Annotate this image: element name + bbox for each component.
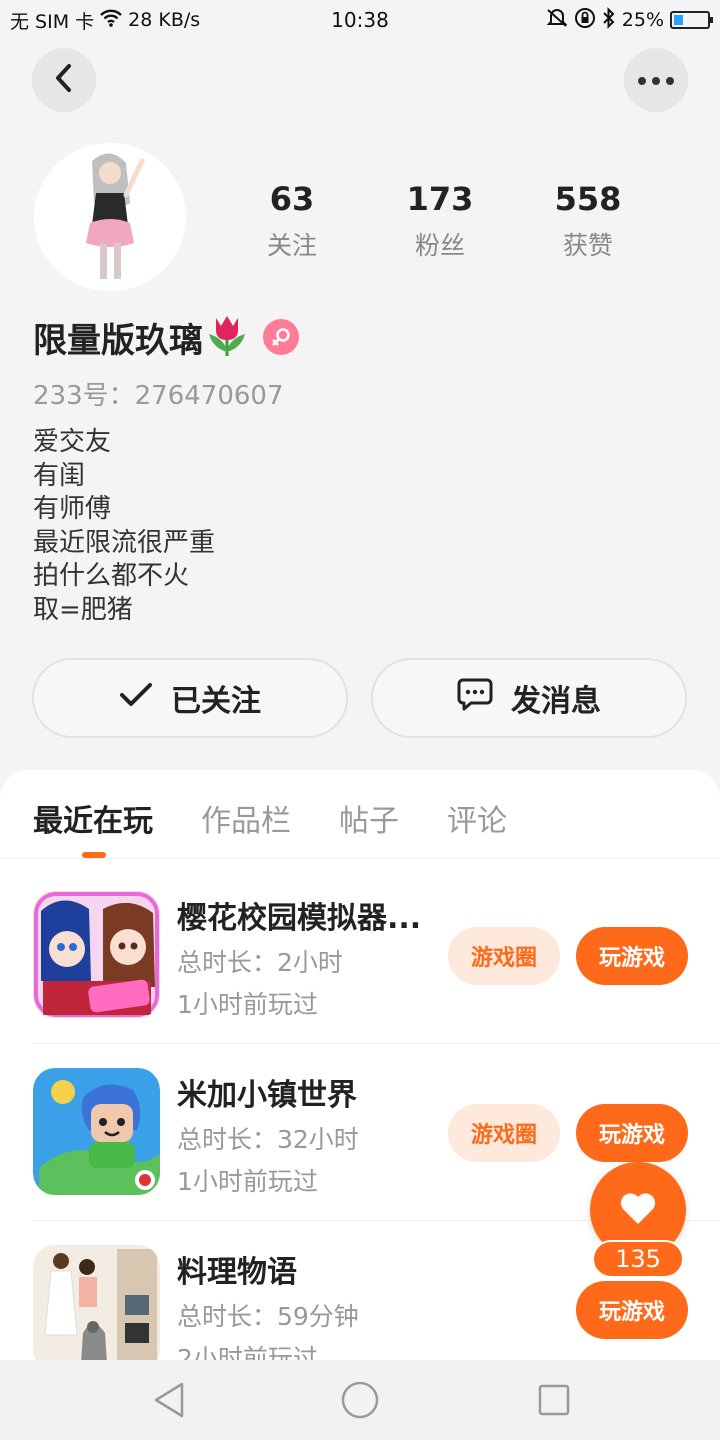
play-game-button[interactable]: 玩游戏: [576, 1281, 688, 1339]
like-count: 135: [592, 1240, 684, 1278]
tab-bar: 最近在玩 作品栏 帖子 评论: [33, 796, 507, 840]
followed-button[interactable]: 已关注: [32, 658, 348, 738]
game-item-sakura-school[interactable]: 樱花校园模拟器... 总时长：2小时 1小时前玩过 游戏圈 玩游戏: [0, 891, 720, 1067]
cooking-story-game-icon: [33, 1245, 160, 1372]
bio-line: 最近限流很严重: [33, 527, 216, 558]
game-title: 米加小镇世界: [177, 1078, 357, 1113]
sakura-school-game-icon: [33, 891, 160, 1018]
checkmark-icon: [119, 681, 153, 716]
name-row: 限量版玖璃: [33, 312, 299, 362]
chevron-left-icon: [52, 63, 76, 97]
clock: 10:38: [331, 8, 389, 32]
user-id: 233号：276470607: [33, 381, 284, 411]
bio-line: 拍什么都不火: [33, 561, 190, 591]
bio-line: 有师傅: [33, 494, 112, 524]
bio: 爱交友 有闺 有师傅 最近限流很严重 拍什么都不火 取=肥猪: [33, 426, 215, 627]
fans-label: 粉丝: [414, 231, 465, 260]
tab-comments[interactable]: 评论: [447, 796, 507, 840]
game-title: 料理物语: [177, 1255, 297, 1290]
followed-label: 已关注: [171, 684, 261, 719]
avatar[interactable]: [34, 143, 186, 291]
tab-works[interactable]: 作品栏: [201, 796, 291, 840]
nav-recents-button[interactable]: [534, 1380, 574, 1420]
heart-icon: [618, 1190, 658, 1230]
game-duration: 总时长：59分钟: [177, 1302, 359, 1331]
female-gender-icon: [263, 319, 299, 355]
content-card: 最近在玩 作品栏 帖子 评论 樱花校园模拟器... 总时长：2小时 1小时前玩过…: [0, 770, 720, 1373]
nav-home-button[interactable]: [340, 1380, 380, 1420]
game-duration: 总时长：32小时: [177, 1125, 359, 1154]
following-count: 63: [269, 180, 315, 218]
game-last-played: 1小时前玩过: [177, 1167, 318, 1196]
play-game-button[interactable]: 玩游戏: [576, 1104, 688, 1162]
game-duration: 总时长：2小时: [177, 948, 343, 977]
tab-recently-played[interactable]: 最近在玩: [33, 796, 153, 840]
stat-following[interactable]: 63 关注: [232, 180, 352, 262]
miga-town-game-icon: [33, 1068, 160, 1195]
bio-line: 爱交友: [33, 427, 112, 457]
play-game-button[interactable]: 玩游戏: [576, 927, 688, 985]
game-circle-button[interactable]: 游戏圈: [448, 927, 560, 985]
more-dots-icon: [636, 71, 676, 90]
stat-likes[interactable]: 558 获赞: [528, 180, 648, 262]
battery-icon: [670, 11, 713, 29]
likes-count: 558: [554, 180, 622, 218]
stat-fans[interactable]: 173 粉丝: [380, 180, 500, 262]
send-message-button[interactable]: 发消息: [371, 658, 687, 738]
divider: [33, 1043, 720, 1044]
tab-posts[interactable]: 帖子: [339, 796, 399, 840]
bio-line: 取=肥猪: [33, 594, 133, 625]
back-button[interactable]: [32, 48, 96, 112]
bio-line: 有闺: [33, 460, 86, 491]
following-label: 关注: [266, 231, 317, 260]
nav-back-button[interactable]: [150, 1380, 190, 1420]
status-bar: 无 SIM 卡 28 KB/s 10:38 25%: [0, 0, 720, 40]
fans-count: 173: [406, 180, 474, 218]
divider: [0, 858, 720, 859]
game-circle-button[interactable]: 游戏圈: [448, 1104, 560, 1162]
tulip-icon: [205, 312, 249, 362]
chat-bubble-icon: [457, 677, 493, 719]
game-last-played: 1小时前玩过: [177, 990, 318, 1019]
system-nav-bar: [0, 1360, 720, 1440]
game-title: 樱花校园模拟器...: [177, 901, 422, 936]
likes-label: 获赞: [562, 231, 613, 260]
username: 限量版玖璃: [33, 320, 203, 361]
more-button[interactable]: [624, 48, 688, 112]
message-label: 发消息: [511, 684, 601, 719]
